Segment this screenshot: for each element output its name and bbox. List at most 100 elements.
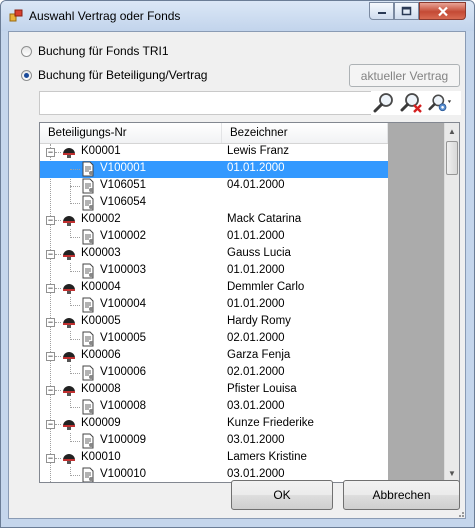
search-input[interactable] [39, 91, 371, 115]
cell-beteiligungs-nr: V100010 [100, 468, 147, 480]
tree-line [70, 339, 80, 340]
tree-line [70, 407, 80, 408]
tree-row-contract[interactable]: V100001 01.01.2000 [40, 161, 388, 178]
tree-row-contract[interactable]: V100003 01.01.2000 [40, 263, 388, 280]
tree-row-contract[interactable]: V100002 01.01.2000 [40, 229, 388, 246]
tree-row-account[interactable]: − K00003 Gauss Lucia [40, 246, 388, 263]
contract-document-icon [82, 195, 94, 211]
cell-beteiligungs-nr: V100002 [100, 230, 147, 242]
cell-bezeichner: Gauss Lucia [227, 247, 291, 259]
cell-beteiligungs-nr: K00008 [81, 383, 121, 395]
search-toolbar [371, 91, 461, 115]
collapse-toggle-icon[interactable]: − [46, 352, 55, 361]
contract-document-icon [82, 297, 94, 313]
minimize-icon [377, 12, 386, 14]
cell-bezeichner: Garza Fenja [227, 349, 291, 361]
vertical-scrollbar[interactable]: ▲ ▼ [444, 123, 459, 482]
person-icon [63, 420, 75, 430]
tree-row-account[interactable]: − K00004 Demmler Carlo [40, 280, 388, 297]
person-icon [63, 318, 75, 328]
vertrag-radio-option[interactable]: Buchung für Beteiligung/Vertrag [21, 68, 207, 82]
tree-line [70, 475, 80, 476]
tree-row-contract[interactable]: V106054 [40, 195, 388, 212]
cell-beteiligungs-nr: K00009 [81, 417, 121, 429]
tree-line [70, 237, 80, 238]
search-options-icon[interactable] [428, 91, 452, 115]
vertrag-radio-label: Buchung für Beteiligung/Vertrag [38, 68, 208, 82]
tree-line [70, 271, 80, 272]
cell-beteiligungs-nr: K00003 [81, 247, 121, 259]
ok-button[interactable]: OK [231, 480, 333, 510]
tree-row-contract[interactable]: V100010 03.01.2000 [40, 467, 388, 482]
tree-row-account[interactable]: − K00001 Lewis Franz [40, 144, 388, 161]
collapse-toggle-icon[interactable]: − [46, 216, 55, 225]
tree-row-contract[interactable]: V100004 01.01.2000 [40, 297, 388, 314]
maximize-button[interactable] [394, 2, 419, 20]
tree-line [70, 373, 80, 374]
cell-bezeichner: 03.01.2000 [227, 434, 285, 446]
column-header-beteiligungs-nr[interactable]: Beteiligungs-Nr [40, 123, 222, 143]
close-button[interactable] [419, 2, 466, 20]
search-icon[interactable] [372, 91, 396, 115]
column-header-bezeichner[interactable]: Bezeichner [222, 123, 388, 143]
tree-row-contract[interactable]: V106051 04.01.2000 [40, 178, 388, 195]
fonds-radio[interactable] [21, 45, 32, 57]
collapse-toggle-icon[interactable]: − [46, 420, 55, 429]
current-contract-button[interactable]: aktueller Vertrag [349, 64, 460, 87]
dialog-body: Buchung für Fonds TRI1 Buchung für Betei… [8, 31, 466, 519]
dialog-window: Auswahl Vertrag oder Fonds Buchung für F… [0, 0, 475, 528]
person-icon [63, 454, 75, 464]
fonds-radio-option[interactable]: Buchung für Fonds TRI1 [21, 44, 169, 58]
contract-document-icon [82, 331, 94, 347]
tree-row-account[interactable]: − K00010 Lamers Kristine [40, 450, 388, 467]
clear-search-icon[interactable] [400, 91, 424, 115]
collapse-toggle-icon[interactable]: − [46, 318, 55, 327]
cell-beteiligungs-nr: V100005 [100, 332, 147, 344]
resize-grip-icon[interactable] [453, 510, 465, 518]
cell-beteiligungs-nr: V100004 [100, 298, 147, 310]
contract-document-icon [82, 229, 94, 245]
collapse-toggle-icon[interactable]: − [46, 386, 55, 395]
tree-line [70, 203, 80, 204]
title-bar[interactable]: Auswahl Vertrag oder Fonds [1, 1, 474, 31]
cell-beteiligungs-nr: V100003 [100, 264, 147, 276]
tree-row-account[interactable]: − K00002 Mack Catarina [40, 212, 388, 229]
cell-bezeichner: 02.01.2000 [227, 366, 285, 378]
window-title: Auswahl Vertrag oder Fonds [29, 9, 181, 23]
cell-beteiligungs-nr: V100006 [100, 366, 147, 378]
tree-row-contract[interactable]: V100006 02.01.2000 [40, 365, 388, 382]
app-icon [9, 9, 23, 22]
cell-bezeichner: Hardy Romy [227, 315, 291, 327]
tree-line [70, 186, 80, 187]
tree-row-account[interactable]: − K00008 Pfister Louisa [40, 382, 388, 399]
tree-row-account[interactable]: − K00009 Kunze Friederike [40, 416, 388, 433]
cell-bezeichner: Lamers Kristine [227, 451, 307, 463]
tree-row-contract[interactable]: V100008 03.01.2000 [40, 399, 388, 416]
scroll-thumb[interactable] [446, 141, 458, 175]
contract-tree-list[interactable]: Beteiligungs-Nr Bezeichner − K00001 Lewis … [39, 122, 460, 483]
cell-beteiligungs-nr: K00010 [81, 451, 121, 463]
minimize-button[interactable] [369, 2, 394, 20]
cell-bezeichner: Mack Catarina [227, 213, 302, 225]
cell-bezeichner: 01.01.2000 [227, 264, 285, 276]
cell-bezeichner: Demmler Carlo [227, 281, 305, 293]
tree-row-contract[interactable]: V100009 03.01.2000 [40, 433, 388, 450]
cancel-button[interactable]: Abbrechen [343, 480, 460, 510]
tree-row-account[interactable]: − K00006 Garza Fenja [40, 348, 388, 365]
tree-line [70, 169, 80, 170]
cell-beteiligungs-nr: V106054 [100, 196, 147, 208]
tree-rows: − K00001 Lewis Franz V100001 01.01.2000 V1060… [40, 144, 388, 482]
scroll-up-icon[interactable]: ▲ [445, 123, 459, 140]
vertrag-radio[interactable] [21, 69, 32, 81]
tree-row-contract[interactable]: V100005 02.01.2000 [40, 331, 388, 348]
cell-bezeichner: 01.01.2000 [227, 162, 285, 174]
empty-area [388, 123, 444, 482]
cell-beteiligungs-nr: V100009 [100, 434, 147, 446]
maximize-icon [401, 6, 412, 16]
collapse-toggle-icon[interactable]: − [46, 284, 55, 293]
collapse-toggle-icon[interactable]: − [46, 250, 55, 259]
collapse-toggle-icon[interactable]: − [46, 148, 55, 157]
collapse-toggle-icon[interactable]: − [46, 454, 55, 463]
person-icon [63, 352, 75, 362]
tree-row-account[interactable]: − K00005 Hardy Romy [40, 314, 388, 331]
